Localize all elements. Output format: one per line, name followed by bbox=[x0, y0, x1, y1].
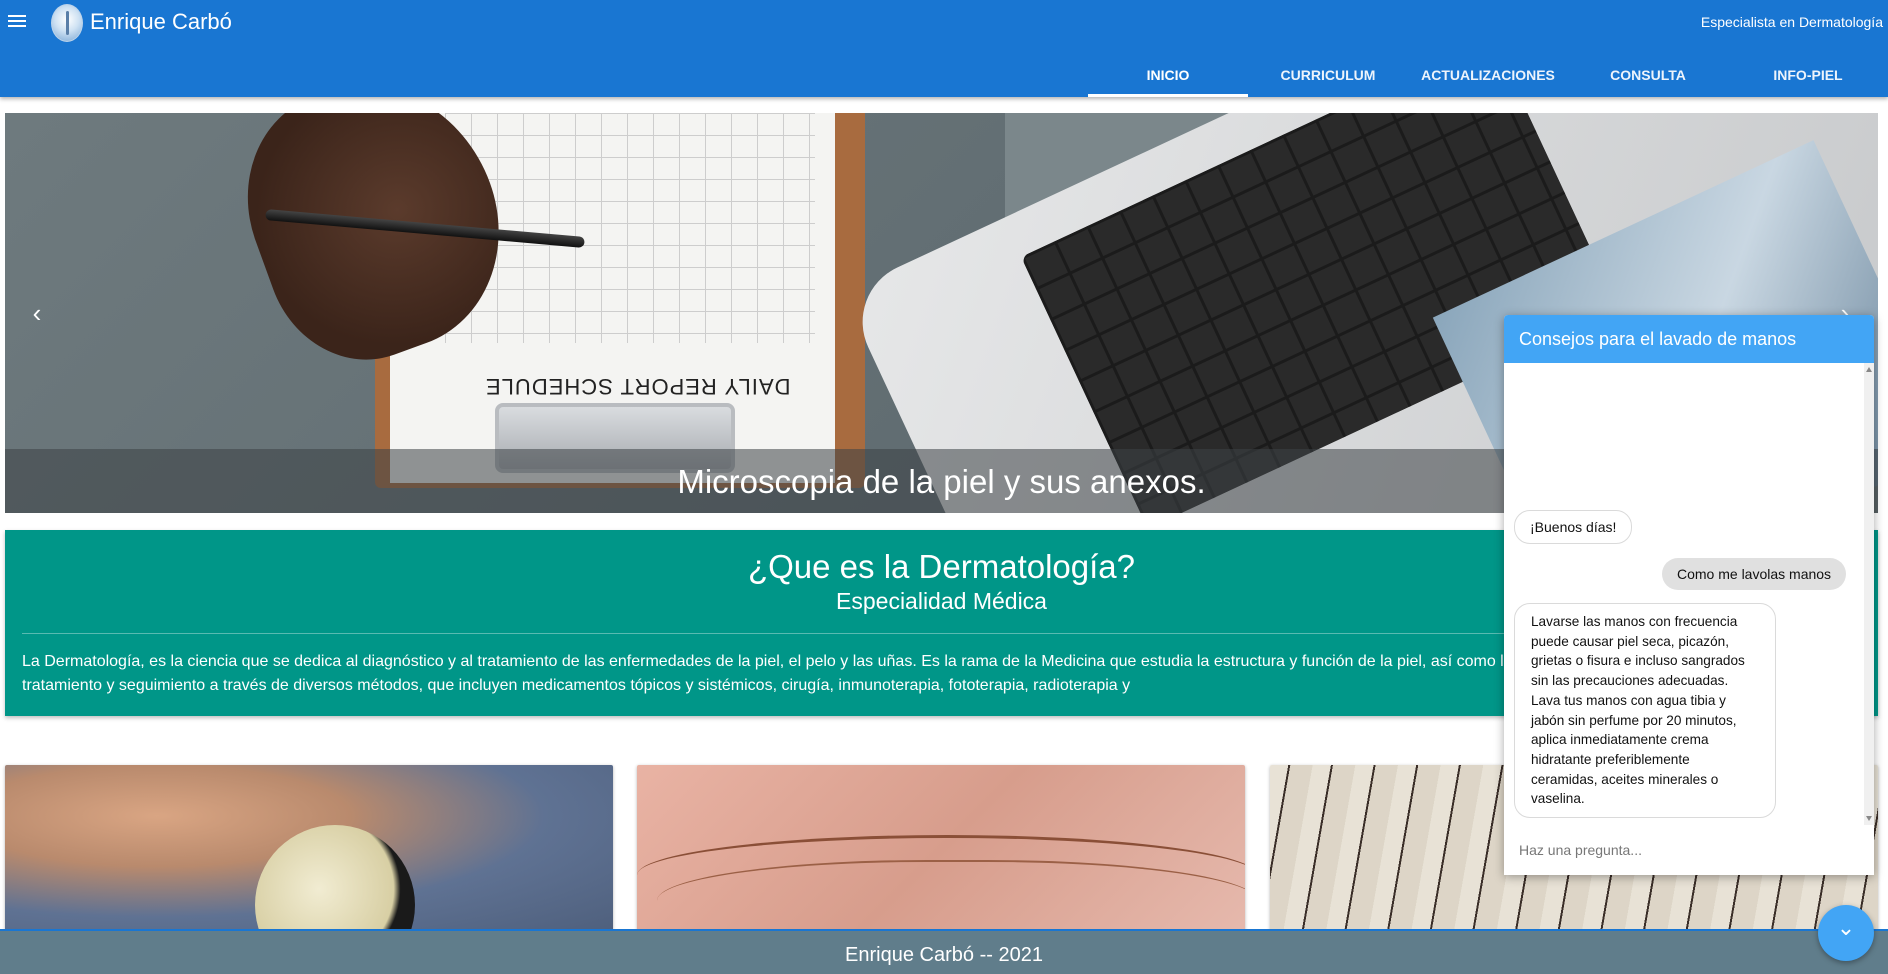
hair-image-2 bbox=[657, 860, 1245, 935]
tab-info-piel[interactable]: INFO-PIEL bbox=[1728, 52, 1888, 97]
site-title[interactable]: Enrique Carbó bbox=[90, 9, 232, 35]
logo-icon[interactable] bbox=[51, 4, 83, 42]
image-card-dermatoscope[interactable] bbox=[5, 765, 613, 935]
specialist-label: Especialista en Dermatología bbox=[1700, 14, 1883, 30]
menu-icon[interactable] bbox=[8, 12, 28, 32]
chat-message-user: Como me lavolas manos bbox=[1662, 558, 1847, 590]
chevron-down-icon: ⌄ bbox=[1836, 915, 1856, 940]
chat-toggle-button[interactable]: ⌄ bbox=[1818, 905, 1874, 961]
tab-actualizaciones[interactable]: ACTUALIZACIONES bbox=[1408, 52, 1568, 97]
app-bar: Enrique Carbó Especialista en Dermatolog… bbox=[0, 0, 1888, 97]
chat-message-bot: Lavarse las manos con frecuencia puede c… bbox=[1514, 603, 1776, 819]
dermatoscope-image bbox=[255, 825, 415, 935]
paper-heading: DAILY REPORT SCHEDULE bbox=[485, 374, 791, 399]
tab-consulta[interactable]: CONSULTA bbox=[1568, 52, 1728, 97]
scroll-down-icon[interactable] bbox=[1866, 816, 1872, 821]
nav-tabs: INICIO CURRICULUM ACTUALIZACIONES CONSUL… bbox=[1088, 52, 1888, 97]
scroll-up-icon[interactable] bbox=[1866, 367, 1872, 372]
paper-grid bbox=[445, 113, 815, 343]
footer: Enrique Carbó -- 2021 bbox=[0, 929, 1888, 974]
chat-title[interactable]: Consejos para el lavado de manos bbox=[1504, 315, 1874, 363]
chevron-left-icon[interactable]: ‹ bbox=[25, 298, 49, 328]
tab-inicio[interactable]: INICIO bbox=[1088, 52, 1248, 97]
chat-question-input[interactable] bbox=[1504, 825, 1874, 875]
tab-curriculum[interactable]: CURRICULUM bbox=[1248, 52, 1408, 97]
chat-message-bot: ¡Buenos días! bbox=[1514, 510, 1633, 544]
image-card-skin[interactable] bbox=[637, 765, 1245, 935]
chat-scrollbar[interactable] bbox=[1864, 363, 1874, 825]
